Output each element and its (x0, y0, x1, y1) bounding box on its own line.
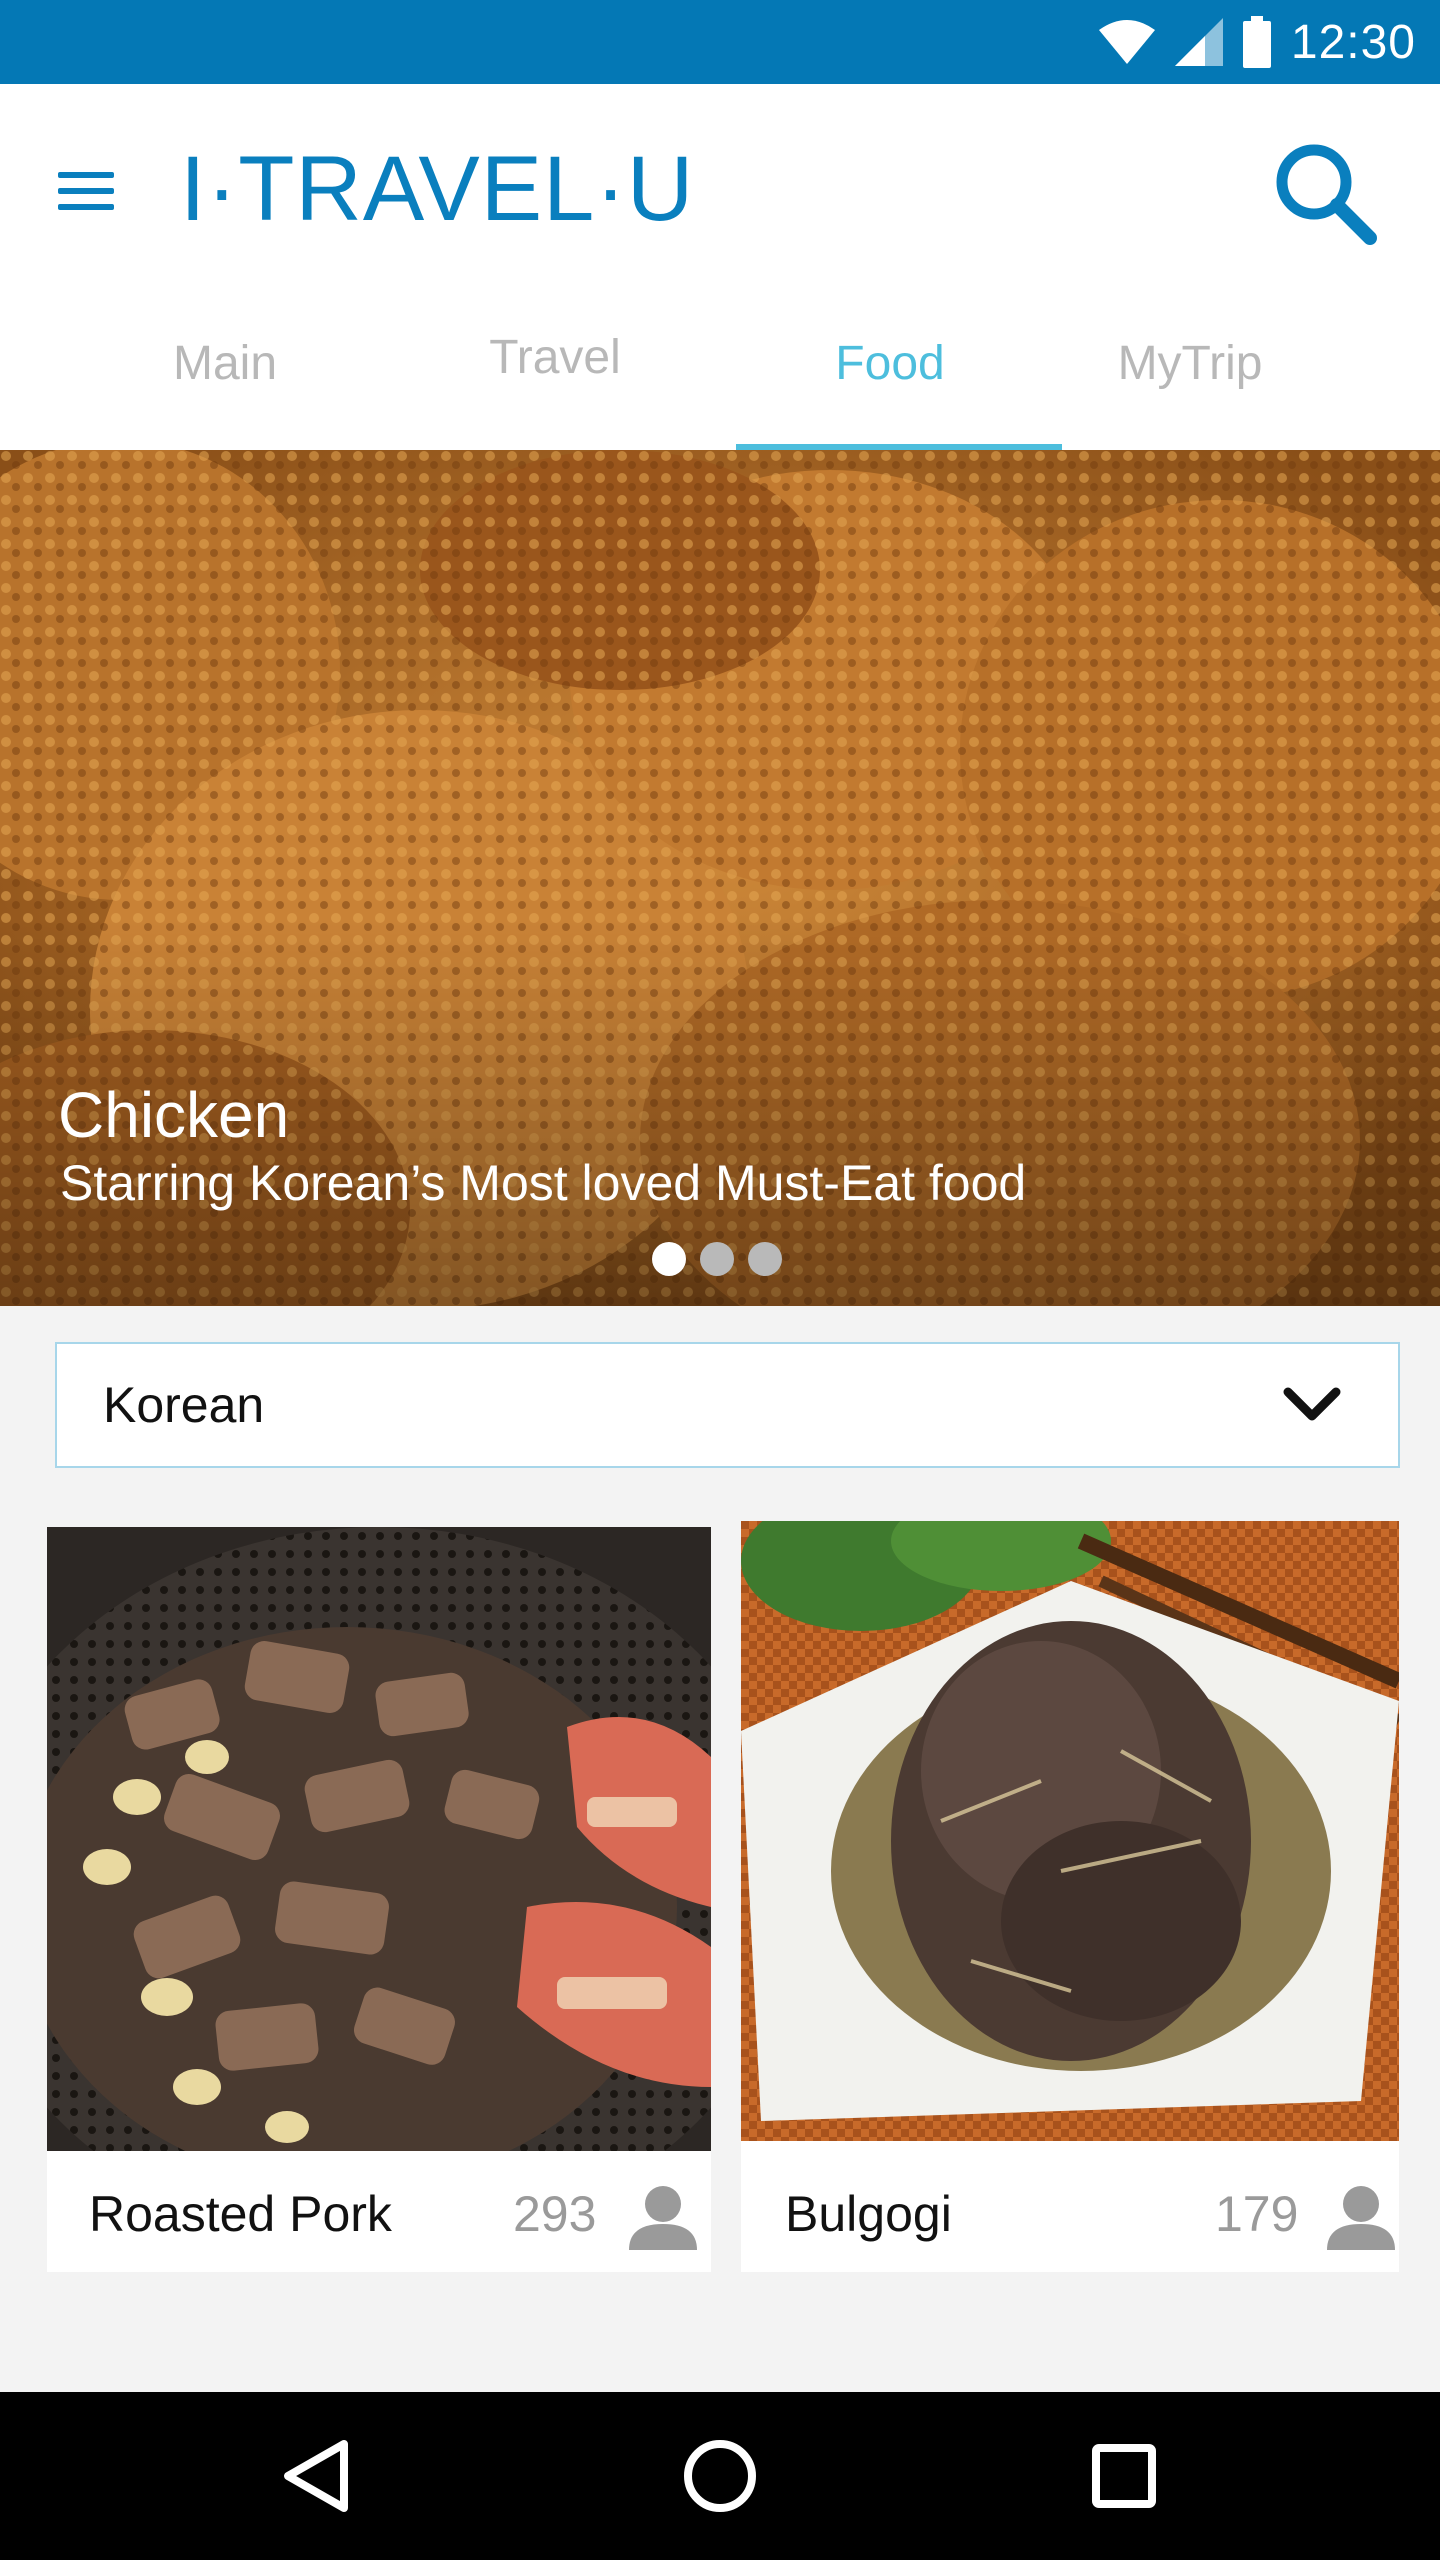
food-card-bulgogi[interactable]: Bulgogi 179 (741, 1521, 1399, 2272)
hero-title: Chicken (58, 1079, 290, 1151)
carousel-dots (652, 1242, 782, 1276)
card-title: Bulgogi (785, 2186, 952, 2242)
recents-icon[interactable] (1074, 2426, 1174, 2526)
home-icon[interactable] (670, 2426, 770, 2526)
carousel-dot-2[interactable] (700, 1242, 734, 1276)
back-icon[interactable] (266, 2426, 366, 2526)
tab-bar: Main Travel Food MyTrip (0, 276, 1440, 450)
app-logo: I·TRAVEL·U (180, 138, 695, 240)
person-icon (1327, 2186, 1395, 2250)
roasted-pork-image (47, 1527, 711, 2151)
system-nav-bar (0, 2392, 1440, 2560)
food-card-roasted-pork[interactable]: Roasted Pork 293 (47, 1527, 711, 2272)
tab-mytrip[interactable]: MyTrip (1090, 276, 1290, 450)
card-caption: Bulgogi 179 (741, 2156, 1399, 2272)
tab-travel[interactable]: Travel (455, 270, 655, 444)
person-icon (629, 2186, 697, 2250)
signal-icon (1174, 18, 1223, 66)
carousel-dot-1[interactable] (652, 1242, 686, 1276)
card-title: Roasted Pork (89, 2186, 392, 2242)
status-time: 12:30 (1290, 15, 1416, 69)
tab-food[interactable]: Food (790, 276, 990, 450)
tab-main[interactable]: Main (125, 276, 325, 450)
cuisine-dropdown-value: Korean (103, 1377, 265, 1433)
cuisine-dropdown[interactable]: Korean (55, 1342, 1400, 1468)
wifi-icon (1098, 20, 1155, 64)
search-icon[interactable] (1270, 138, 1380, 248)
card-caption: Roasted Pork 293 (47, 2156, 711, 2272)
status-icons: 12:30 (1098, 0, 1416, 84)
menu-icon[interactable] (58, 156, 128, 226)
hero-subtitle: Starring Korean’s Most loved Must-Eat fo… (60, 1155, 1027, 1211)
carousel-dot-3[interactable] (748, 1242, 782, 1276)
battery-icon (1242, 16, 1271, 68)
chevron-down-icon (1283, 1387, 1341, 1421)
card-count: 179 (1215, 2186, 1299, 2242)
status-bar: 12:30 (0, 0, 1440, 84)
bulgogi-image (741, 1521, 1399, 2141)
hero-carousel[interactable]: Chicken Starring Korean’s Most loved Mus… (0, 450, 1440, 1306)
card-count: 293 (513, 2186, 597, 2242)
